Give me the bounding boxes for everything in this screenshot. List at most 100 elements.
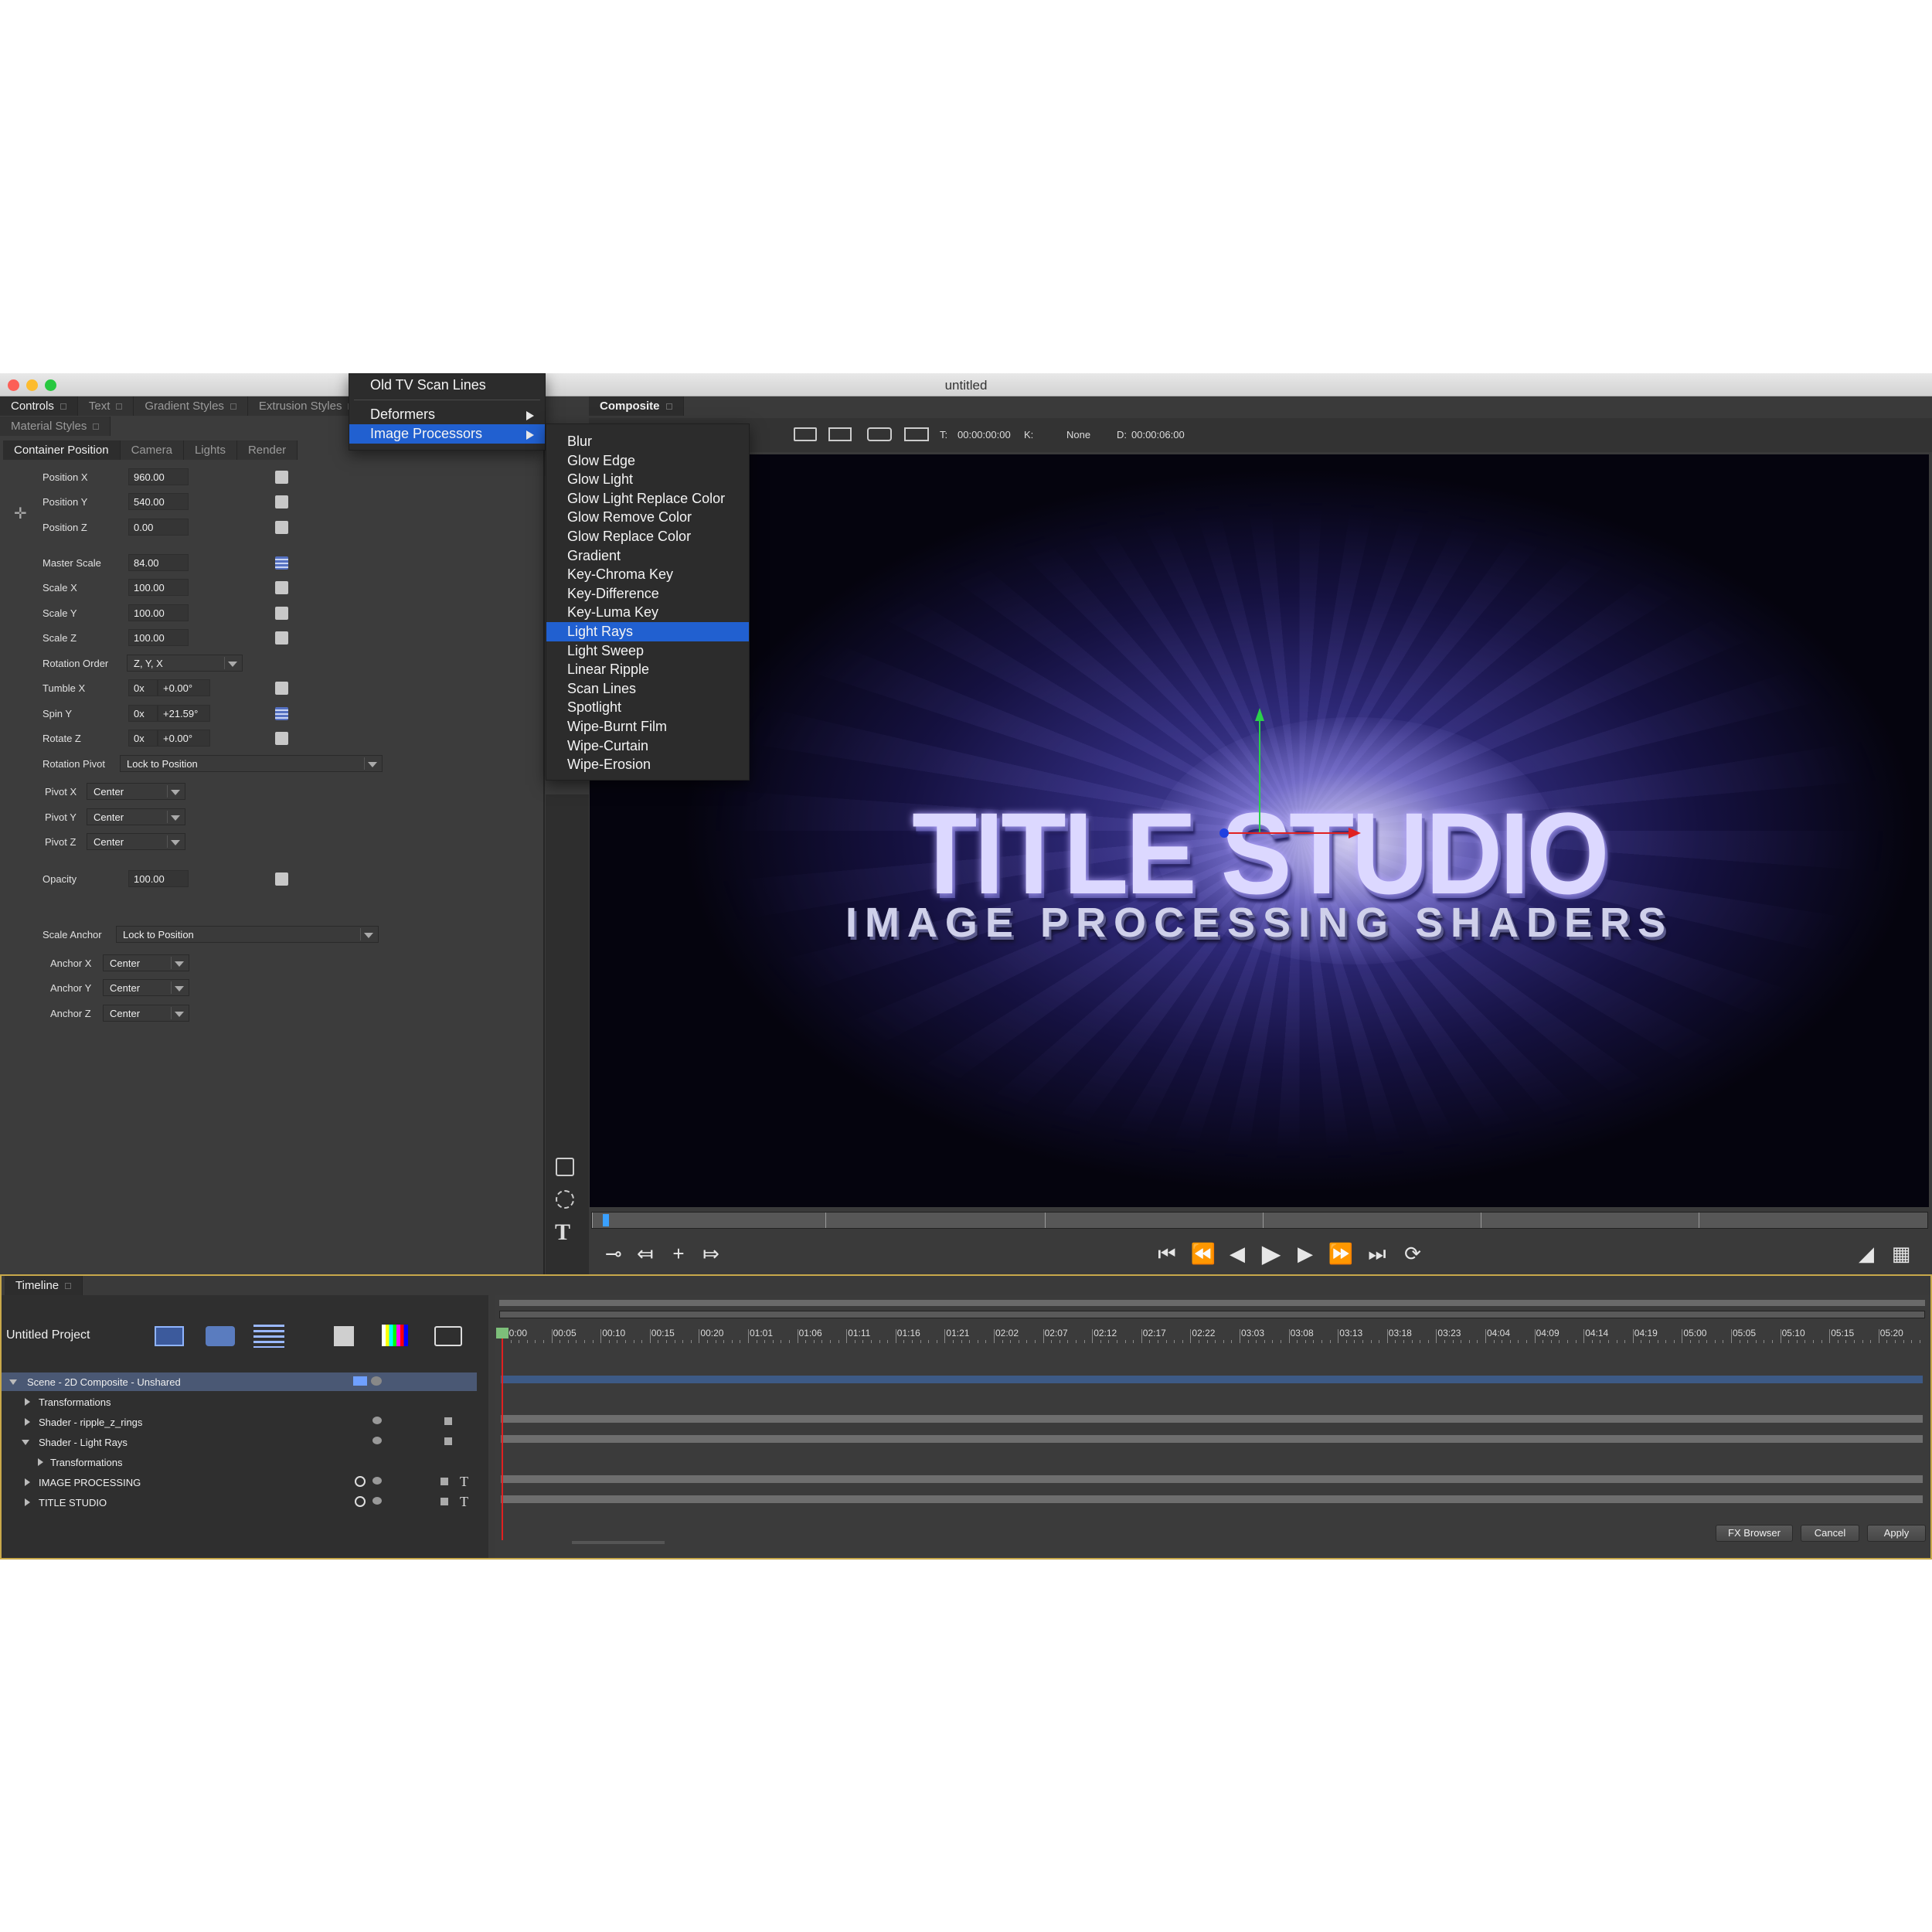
anchor-z-select[interactable]: Center [103,1005,189,1022]
menu-item-blur[interactable]: Blur [546,432,749,451]
tab-composite[interactable]: Composite [589,396,684,416]
menu-item-glow-light[interactable]: Glow Light [546,470,749,489]
scale-z-field[interactable]: 100.00 [128,629,189,646]
pivot-x-select[interactable]: Center [87,783,185,800]
rotate-z-field[interactable]: +0.00° [158,730,210,747]
eye-icon[interactable] [372,1497,382,1505]
position-x-field[interactable]: 960.00 [128,468,189,485]
tab-lights[interactable]: Lights [183,440,237,460]
color-bars-icon[interactable] [382,1325,408,1346]
scale-x-field[interactable]: 100.00 [128,579,189,596]
tab-controls[interactable]: Controls [0,396,78,416]
grid-icon[interactable]: ▦ [1886,1240,1917,1267]
lock-icon[interactable] [440,1478,448,1485]
spin-y-field[interactable]: +21.59° [158,705,210,722]
zoom-slider[interactable] [572,1541,665,1544]
menu-item-key-difference[interactable]: Key-Difference [546,584,749,604]
view-mode-icon[interactable] [794,427,817,441]
visibility-icon[interactable] [355,1476,366,1487]
folder-icon[interactable] [434,1326,462,1346]
layer-row-shader-ripple[interactable]: Shader - ripple_z_rings [2,1413,477,1431]
position-y-field[interactable]: 540.00 [128,493,189,510]
track-shader-ripple[interactable] [501,1415,1923,1423]
eye-icon[interactable] [372,1417,382,1424]
eye-icon[interactable] [372,1437,382,1444]
composite-viewer[interactable]: TITLE STUDIO IMAGE PROCESSING SHADERS [590,454,1929,1207]
layer-row-scene[interactable]: Scene - 2D Composite - Unshared [2,1372,477,1391]
step-forward-icon[interactable]: ▶ [1292,1240,1318,1267]
key-icon[interactable]: ⊸ [595,1240,632,1267]
tab-camera[interactable]: Camera [120,440,184,460]
menu-item-light-rays[interactable]: Light Rays [546,621,749,641]
rectangle-tool-icon[interactable] [556,1158,574,1176]
menu-item-image-processors[interactable]: Image Processors [349,424,545,444]
timeline-tracks[interactable]: 00:00 00:05 00:10 00:15 00:20 01:01 01:06 01:11… [495,1295,1930,1558]
work-area-bar[interactable] [499,1300,1925,1306]
play-icon[interactable]: ▶ [1256,1240,1287,1267]
viewer-scrubber[interactable] [591,1212,1928,1229]
anchor-x-select[interactable]: Center [103,954,189,971]
menu-item-key-chroma-key[interactable]: Key-Chroma Key [546,565,749,584]
eye-icon[interactable] [371,1376,382,1386]
prev-key-icon[interactable]: ⤆ [630,1240,661,1267]
scale-anchor-select[interactable]: Lock to Position [116,926,379,943]
add-key-icon[interactable]: + [663,1240,694,1267]
master-scale-key-toggle[interactable] [275,556,288,570]
text-tool-icon[interactable]: T [555,1219,570,1246]
fx-browser-button[interactable]: FX Browser [1716,1525,1793,1542]
apply-button[interactable]: Apply [1867,1525,1926,1542]
range-bar[interactable] [499,1311,1925,1318]
layer-row-shader-light-rays[interactable]: Shader - Light Rays [2,1433,477,1451]
tumble-x-key-toggle[interactable] [275,682,288,695]
master-scale-field[interactable]: 84.00 [128,554,189,571]
menu-item-gradient[interactable]: Gradient [546,546,749,566]
lock-icon[interactable] [440,1498,448,1505]
camera-icon[interactable] [867,427,892,441]
tab-gradient-styles[interactable]: Gradient Styles [134,396,248,416]
layer-row-title-studio[interactable]: TITLE STUDIO T [2,1493,477,1512]
scale-z-key-toggle[interactable] [275,631,288,645]
position-z-field[interactable]: 0.00 [128,519,189,536]
tab-container-position[interactable]: Container Position [3,440,121,460]
position-y-key-toggle[interactable] [275,495,288,509]
menu-item-glow-edge[interactable]: Glow Edge [546,451,749,471]
layer-order-icon[interactable] [253,1325,284,1348]
transform-gizmo[interactable] [590,454,1929,1207]
time-value[interactable]: 00:00:00:00 [957,429,1011,440]
menu-item-wipe-burnt-film[interactable]: Wipe-Burnt Film [546,717,749,736]
layer-row-image-processing[interactable]: IMAGE PROCESSING T [2,1473,477,1492]
tab-render[interactable]: Render [236,440,298,460]
menu-item-wipe-erosion[interactable]: Wipe-Erosion [546,755,749,774]
go-to-end-icon[interactable]: ⏭ [1362,1240,1393,1267]
rotation-order-select[interactable]: Z, Y, X [127,655,243,672]
folder-icon[interactable] [353,1376,367,1386]
rotation-pivot-select[interactable]: Lock to Position [120,755,383,772]
tab-text[interactable]: Text [77,396,134,416]
lock-icon[interactable] [444,1437,452,1445]
scrubber-handle[interactable] [603,1214,609,1226]
rewind-icon[interactable]: ⏪ [1188,1240,1219,1267]
menu-item-deformers[interactable]: Deformers [349,405,545,424]
fast-forward-icon[interactable]: ⏩ [1325,1240,1356,1267]
rotate-z-turns[interactable]: 0x [128,730,158,747]
pivot-y-select[interactable]: Center [87,808,185,825]
eye-icon[interactable] [372,1477,382,1485]
track-scene[interactable] [501,1376,1923,1383]
anchor-y-select[interactable]: Center [103,979,189,996]
loop-icon[interactable]: ⟳ [1397,1240,1428,1267]
key-value[interactable]: None [1066,429,1090,440]
split-view-icon[interactable] [904,427,929,441]
menu-item-glow-replace-color[interactable]: Glow Replace Color [546,527,749,546]
menu-item-glow-remove-color[interactable]: Glow Remove Color [546,508,749,527]
menu-item-wipe-curtain[interactable]: Wipe-Curtain [546,736,749,756]
menu-item-key-luma-key[interactable]: Key-Luma Key [546,603,749,622]
playhead-handle[interactable] [496,1328,509,1338]
layer-row-transformations[interactable]: Transformations [2,1393,477,1411]
ellipse-tool-icon[interactable] [556,1190,574,1209]
menu-item-linear-ripple[interactable]: Linear Ripple [546,660,749,679]
safe-area-icon[interactable] [828,427,852,441]
spin-y-key-toggle[interactable] [275,707,288,720]
next-key-icon[interactable]: ⤇ [696,1240,726,1267]
menu-item-old-tv-scan-lines[interactable]: Old TV Scan Lines [349,376,545,395]
tab-material-styles[interactable]: Material Styles [0,417,111,436]
